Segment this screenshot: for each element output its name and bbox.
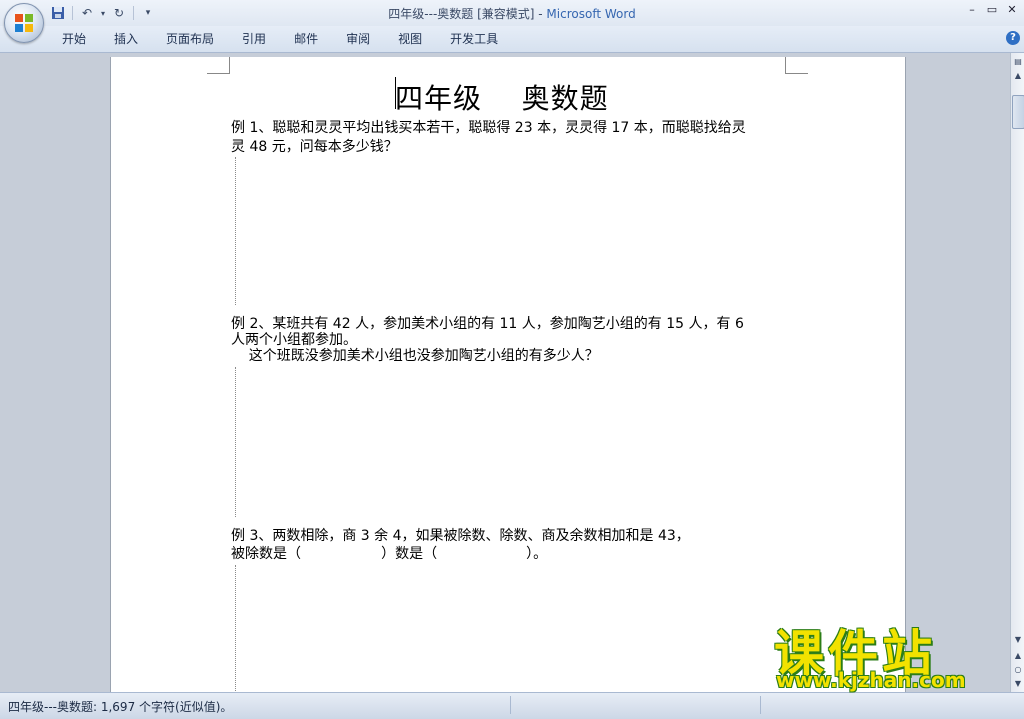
question-3-line-1: 例 3、两数相除，商 3 余 4，如果被除数、除数、商及余数相加和是 43， xyxy=(231,528,690,544)
crop-mark-top-right xyxy=(785,57,808,74)
question-1-line-2: 灵 48 元，问每本多少钱？ xyxy=(231,139,398,155)
tab-page-layout[interactable]: 页面布局 xyxy=(152,30,228,48)
tab-review[interactable]: 审阅 xyxy=(332,30,384,48)
document-workspace: 四年级 奥数题 例 1、聪聪和灵灵平均出钱买本若干，聪聪得 23 本，灵灵得 1… xyxy=(0,53,1010,697)
help-icon[interactable]: ? xyxy=(1006,31,1020,45)
question-3-line-2: 被除数是（ ）数是（ ）。 xyxy=(231,546,548,562)
document-name: 四年级---奥数题 [兼容模式] xyxy=(388,7,535,21)
window-title: 四年级---奥数题 [兼容模式] - Microsoft Word xyxy=(0,5,1024,22)
scroll-thumb[interactable] xyxy=(1012,95,1024,129)
browse-object-icon[interactable]: ○ xyxy=(1012,663,1024,676)
scroll-down-icon[interactable]: ▼ xyxy=(1012,633,1024,646)
status-divider xyxy=(760,696,761,714)
title-separator: - xyxy=(534,7,547,21)
crop-mark-top-left xyxy=(207,57,230,74)
question-2-line-3: 这个班既没参加美术小组也没参加陶艺小组的有多少人？ xyxy=(231,348,599,364)
office-logo-icon xyxy=(15,14,33,32)
word-count-status[interactable]: 四年级---奥数题: 1,697 个字符(近似值)。 xyxy=(8,698,232,715)
tab-home[interactable]: 开始 xyxy=(48,30,100,48)
window-controls: – ▭ ✕ xyxy=(966,3,1018,16)
previous-page-icon[interactable]: ▲ xyxy=(1012,649,1024,662)
tab-view[interactable]: 视图 xyxy=(384,30,436,48)
ruler-toggle-icon[interactable]: ▤ xyxy=(1012,55,1024,68)
text-cursor xyxy=(395,77,396,109)
ribbon-tab-bar: 开始 插入 页面布局 引用 邮件 审阅 视图 开发工具 ? xyxy=(0,26,1024,53)
app-name: Microsoft Word xyxy=(546,7,636,21)
watermark-url: www.kjzhan.com xyxy=(776,668,966,692)
ribbon-tabs: 开始 插入 页面布局 引用 邮件 审阅 视图 开发工具 xyxy=(48,30,512,48)
status-divider xyxy=(510,696,511,714)
title-bar: ↶ ▾ ↻ ▾ 四年级---奥数题 [兼容模式] - Microsoft Wor… xyxy=(0,0,1024,43)
document-page[interactable]: 四年级 奥数题 例 1、聪聪和灵灵平均出钱买本若干，聪聪得 23 本，灵灵得 1… xyxy=(110,57,906,697)
tab-references[interactable]: 引用 xyxy=(228,30,280,48)
paragraph-marks xyxy=(235,157,236,305)
restore-icon[interactable]: ▭ xyxy=(986,3,998,16)
tab-mailings[interactable]: 邮件 xyxy=(280,30,332,48)
paragraph-marks xyxy=(235,565,236,693)
paragraph-marks xyxy=(235,367,236,517)
question-1-line-1: 例 1、聪聪和灵灵平均出钱买本若干，聪聪得 23 本，灵灵得 17 本，而聪聪找… xyxy=(231,120,746,136)
next-page-icon[interactable]: ▼ xyxy=(1012,677,1024,690)
vertical-scrollbar[interactable]: ▤ ▲ ▼ ▲ ○ ▼ xyxy=(1010,53,1024,692)
office-button[interactable] xyxy=(4,3,44,43)
scroll-up-icon[interactable]: ▲ xyxy=(1012,69,1024,82)
close-icon[interactable]: ✕ xyxy=(1006,3,1018,16)
watermark-logo: 课件站 www.kjzhan.com xyxy=(772,614,1008,694)
minimize-icon[interactable]: – xyxy=(966,3,978,16)
tab-developer[interactable]: 开发工具 xyxy=(436,30,512,48)
document-title: 四年级 奥数题 xyxy=(395,82,609,115)
tab-insert[interactable]: 插入 xyxy=(100,30,152,48)
status-bar: 四年级---奥数题: 1,697 个字符(近似值)。 xyxy=(0,692,1024,719)
